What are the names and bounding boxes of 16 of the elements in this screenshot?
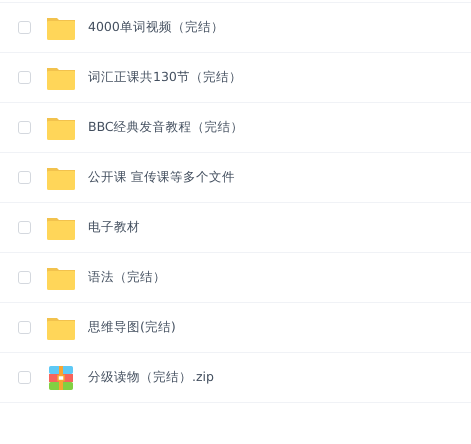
file-name[interactable]: 4000单词视频（完结） xyxy=(88,19,224,36)
checkbox[interactable] xyxy=(18,21,31,34)
file-name[interactable]: 语法（完结） xyxy=(88,269,166,286)
file-name[interactable]: 思维导图(完结) xyxy=(88,319,176,336)
file-name[interactable]: 分级读物（完结）.zip xyxy=(88,369,214,386)
file-name[interactable]: BBC经典发音教程（完结） xyxy=(88,119,244,136)
file-name[interactable]: 公开课 宣传课等多个文件 xyxy=(88,169,235,186)
checkbox[interactable] xyxy=(18,271,31,284)
file-name[interactable]: 词汇正课共130节（完结） xyxy=(88,69,242,86)
checkbox[interactable] xyxy=(18,171,31,184)
checkbox[interactable] xyxy=(18,321,31,334)
checkbox[interactable] xyxy=(18,221,31,234)
checkbox[interactable] xyxy=(18,371,31,384)
file-name[interactable]: 电子教材 xyxy=(88,219,140,236)
checkbox[interactable] xyxy=(18,121,31,134)
checkbox[interactable] xyxy=(18,71,31,84)
